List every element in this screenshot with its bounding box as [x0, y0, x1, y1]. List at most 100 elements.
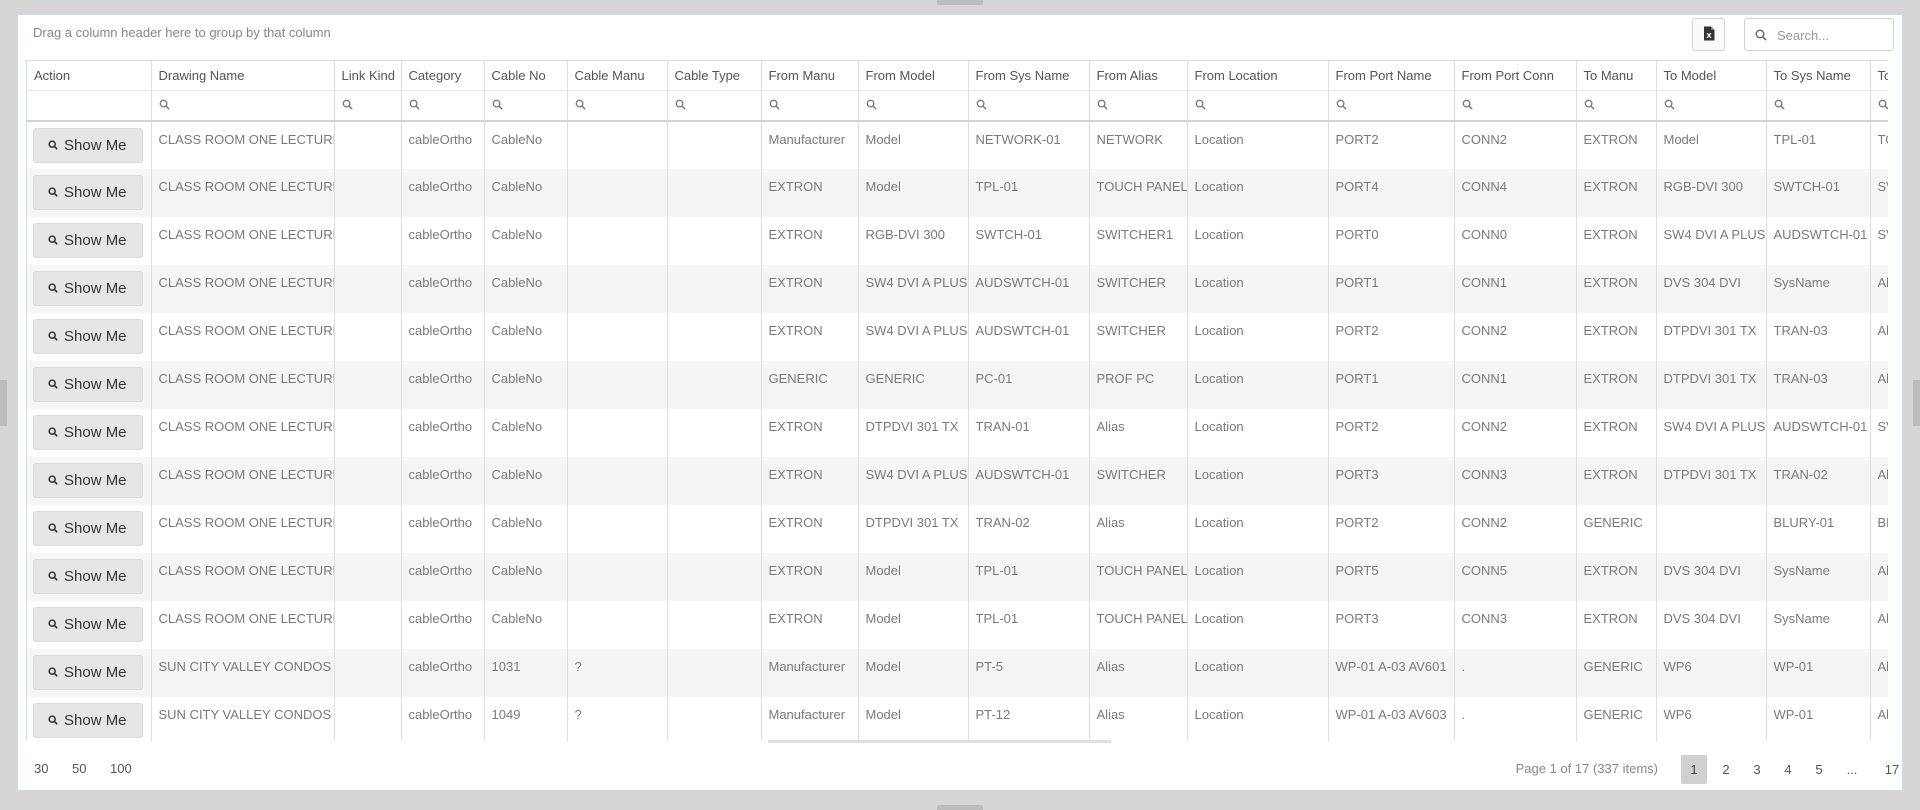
table-row[interactable]: Show Me CLASS ROOM ONE LECTURN cableOrtho C…: [27, 505, 1888, 553]
show-me-button[interactable]: Show Me: [33, 415, 143, 450]
filter-to-model[interactable]: [1656, 90, 1767, 122]
column-header-drawing-name[interactable]: Drawing Name: [151, 61, 335, 91]
table-row[interactable]: Show Me CLASS ROOM ONE LECTURN cableOrtho C…: [27, 265, 1888, 313]
page-3-button[interactable]: 3: [1744, 755, 1770, 784]
table-row[interactable]: Show Me CLASS ROOM ONE LECTURN cableOrtho C…: [27, 457, 1888, 505]
page-size-50[interactable]: 50: [72, 761, 86, 776]
table-row[interactable]: Show Me SUN CITY VALLEY CONDOS cableOrtho 1…: [27, 697, 1888, 741]
cell-to-model: DTPDVI 301 TX: [1656, 361, 1767, 409]
show-me-button[interactable]: Show Me: [33, 175, 143, 210]
cell-link-kind: [334, 409, 402, 457]
show-me-button[interactable]: Show Me: [33, 128, 143, 163]
filter-cable-no[interactable]: [484, 90, 568, 122]
table-row[interactable]: Show Me CLASS ROOM ONE LECTURN cableOrtho C…: [27, 409, 1888, 457]
filter-cell-empty[interactable]: [27, 90, 152, 122]
cell-from-port-conn: CONN3: [1454, 457, 1577, 505]
page-ellipsis[interactable]: ...: [1839, 755, 1865, 784]
filter-from-port-conn[interactable]: [1454, 90, 1577, 122]
left-resize-handle[interactable]: [0, 380, 7, 426]
column-header-cable-type[interactable]: Cable Type: [667, 61, 762, 91]
column-header-from-manu[interactable]: From Manu: [761, 61, 859, 91]
magnifier-icon: [48, 616, 58, 633]
filter-to[interactable]: [1870, 90, 1888, 122]
filter-to-manu[interactable]: [1576, 90, 1657, 122]
column-header-cable-manu[interactable]: Cable Manu: [567, 61, 668, 91]
cell-link-kind: [334, 265, 402, 313]
table-row[interactable]: Show Me CLASS ROOM ONE LECTURN cableOrtho C…: [27, 601, 1888, 649]
page-5-button[interactable]: 5: [1806, 755, 1832, 784]
filter-search-icon: [1584, 98, 1595, 113]
column-header-from-location[interactable]: From Location: [1187, 61, 1329, 91]
table-row[interactable]: Show Me CLASS ROOM ONE LECTURN cableOrtho C…: [27, 553, 1888, 601]
cell-cable-type: [667, 217, 762, 265]
column-header-link-kind[interactable]: Link Kind: [334, 61, 402, 91]
column-header-to-sys-name[interactable]: To Sys Name: [1766, 61, 1871, 91]
top-resize-handle[interactable]: [937, 0, 983, 5]
filter-from-location[interactable]: [1187, 90, 1329, 122]
show-me-button[interactable]: Show Me: [33, 655, 143, 690]
show-me-button[interactable]: Show Me: [33, 511, 143, 546]
table-row[interactable]: Show Me CLASS ROOM ONE LECTURN cableOrtho C…: [27, 361, 1888, 409]
filter-to-sys-name[interactable]: [1766, 90, 1871, 122]
column-header-cable-no[interactable]: Cable No: [484, 61, 568, 91]
show-me-button[interactable]: Show Me: [33, 463, 143, 498]
filter-from-alias[interactable]: [1089, 90, 1188, 122]
right-resize-handle[interactable]: [1913, 380, 1920, 426]
export-excel-button[interactable]: X: [1692, 18, 1725, 51]
cell-from-port-conn: CONN4: [1454, 169, 1577, 217]
table-row[interactable]: Show Me CLASS ROOM ONE LECTURN cableOrtho C…: [27, 217, 1888, 265]
column-header-from-model[interactable]: From Model: [858, 61, 969, 91]
column-header-action[interactable]: Action: [27, 61, 152, 91]
filter-from-manu[interactable]: [761, 90, 859, 122]
table-row[interactable]: Show Me SUN CITY VALLEY CONDOS cableOrtho 1…: [27, 649, 1888, 697]
show-me-button[interactable]: Show Me: [33, 367, 143, 402]
table-row[interactable]: Show Me CLASS ROOM ONE LECTURN cableOrtho C…: [27, 313, 1888, 361]
search-input[interactable]: [1775, 25, 1887, 45]
filter-search-icon: [1462, 98, 1473, 113]
table-row[interactable]: Show Me CLASS ROOM ONE LECTURN cableOrtho C…: [27, 169, 1888, 217]
cell-from-alias: TOUCH PANEL: [1089, 553, 1188, 601]
show-me-button[interactable]: Show Me: [33, 607, 143, 642]
cell-from-alias: Alias: [1089, 649, 1188, 697]
column-header-from-port-name[interactable]: From Port Name: [1328, 61, 1455, 91]
filter-drawing-name[interactable]: [151, 90, 335, 122]
column-header-from-alias[interactable]: From Alias: [1089, 61, 1188, 91]
column-header-to-model[interactable]: To Model: [1656, 61, 1767, 91]
page-4-button[interactable]: 4: [1775, 755, 1801, 784]
filter-from-sys-name[interactable]: [968, 90, 1090, 122]
table-row[interactable]: Show Me CLASS ROOM ONE LECTURN cableOrtho C…: [27, 121, 1888, 169]
cell-to: Al: [1870, 265, 1888, 313]
filter-cable-type[interactable]: [667, 90, 762, 122]
show-me-button[interactable]: Show Me: [33, 559, 143, 594]
column-header-to-manu[interactable]: To Manu: [1576, 61, 1657, 91]
column-header-from-sys-name[interactable]: From Sys Name: [968, 61, 1090, 91]
grid-table-container[interactable]: Action Drawing Name Link Kind Category Cable…: [26, 60, 1888, 741]
cell-from-location: Location: [1187, 217, 1329, 265]
filter-cable-manu[interactable]: [567, 90, 668, 122]
show-me-button[interactable]: Show Me: [33, 271, 143, 306]
filter-from-port-name[interactable]: [1328, 90, 1455, 122]
column-header-from-port-conn[interactable]: From Port Conn: [1454, 61, 1577, 91]
column-header-to[interactable]: To: [1870, 61, 1888, 91]
search-box[interactable]: [1744, 18, 1894, 51]
filter-search-icon: [675, 98, 686, 113]
show-me-button[interactable]: Show Me: [33, 319, 143, 354]
show-me-button[interactable]: Show Me: [33, 703, 143, 738]
show-me-button[interactable]: Show Me: [33, 223, 143, 258]
group-panel-hint[interactable]: Drag a column header here to group by th…: [33, 25, 331, 40]
page-2-button[interactable]: 2: [1713, 755, 1739, 784]
filter-link-kind[interactable]: [334, 90, 402, 122]
filter-category[interactable]: [401, 90, 485, 122]
magnifier-icon: [48, 328, 58, 345]
bottom-resize-handle[interactable]: [937, 805, 983, 810]
page-1-button[interactable]: 1: [1681, 755, 1707, 784]
cell-category: cableOrtho: [401, 553, 485, 601]
filter-search-icon: [1195, 98, 1206, 113]
page-size-30[interactable]: 30: [34, 761, 48, 776]
filter-from-model[interactable]: [858, 90, 969, 122]
page-size-100[interactable]: 100: [110, 761, 132, 776]
cell-from-port-name: PORT5: [1328, 553, 1455, 601]
column-header-category[interactable]: Category: [401, 61, 485, 91]
page-17-button[interactable]: 17: [1879, 755, 1905, 784]
horizontal-scrollbar[interactable]: [768, 740, 1111, 743]
